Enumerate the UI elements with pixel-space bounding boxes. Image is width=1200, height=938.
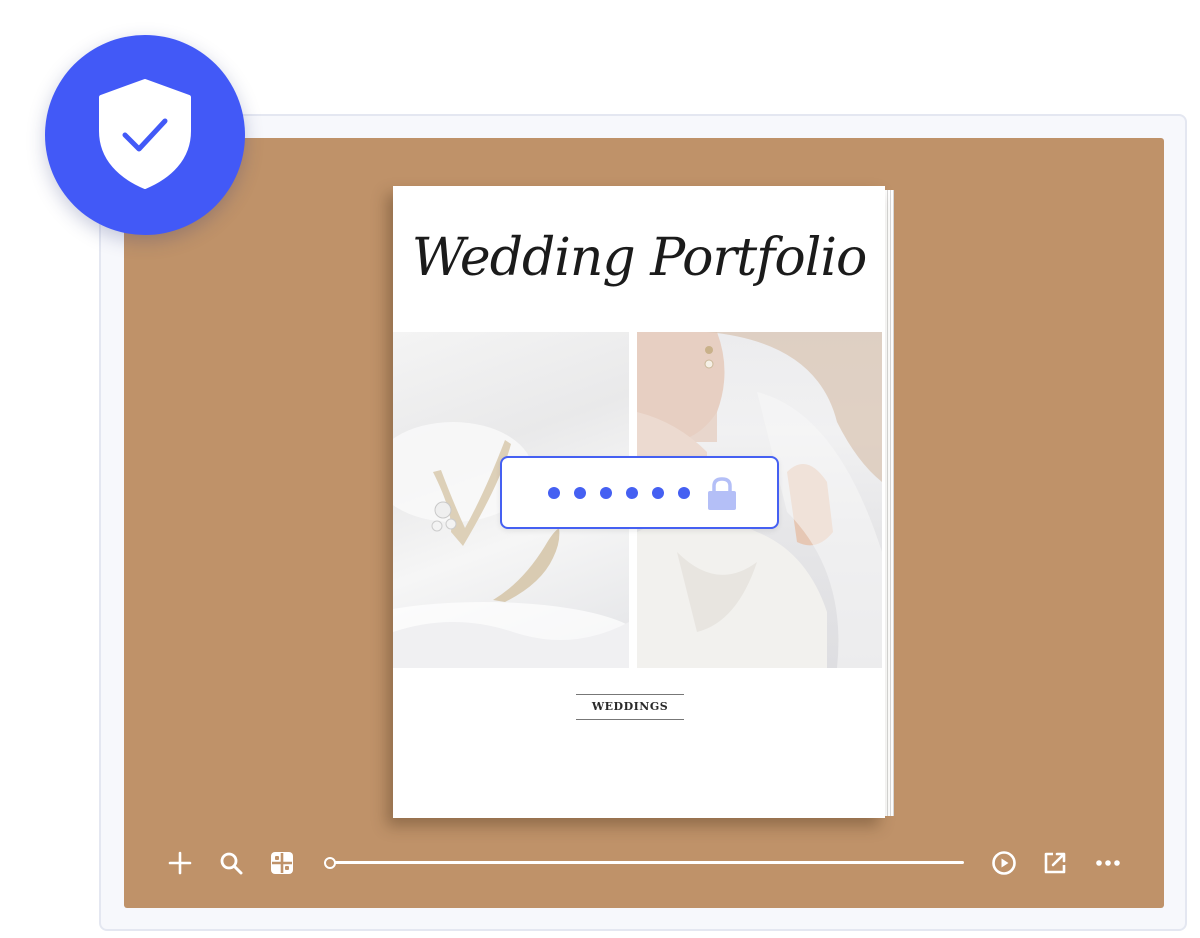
more-icon — [1096, 860, 1120, 866]
password-dot — [548, 487, 560, 499]
password-field[interactable] — [500, 456, 779, 529]
autoplay-button[interactable] — [990, 849, 1018, 877]
slider-handle[interactable] — [324, 857, 336, 869]
viewer-toolbar — [124, 838, 1164, 888]
zoom-in-button[interactable] — [166, 849, 194, 877]
book-title: Wedding Portfolio — [411, 228, 868, 288]
category-caption: WEDDINGS — [576, 694, 684, 720]
security-badge — [45, 35, 245, 235]
share-icon — [1044, 852, 1066, 874]
search-button[interactable] — [217, 849, 245, 877]
plus-icon — [168, 851, 192, 875]
share-button[interactable] — [1041, 849, 1069, 877]
thumbnails-button[interactable] — [268, 849, 296, 877]
play-icon — [992, 851, 1016, 875]
password-mask — [548, 487, 690, 499]
password-dot — [626, 487, 638, 499]
lock-icon — [708, 477, 736, 510]
password-dot — [652, 487, 664, 499]
password-dot — [678, 487, 690, 499]
shield-check-icon — [99, 79, 191, 189]
more-button[interactable] — [1094, 849, 1122, 877]
grid-icon — [271, 852, 293, 874]
page-slider[interactable] — [324, 857, 964, 869]
search-icon — [220, 852, 243, 875]
password-dot — [600, 487, 612, 499]
password-dot — [574, 487, 586, 499]
